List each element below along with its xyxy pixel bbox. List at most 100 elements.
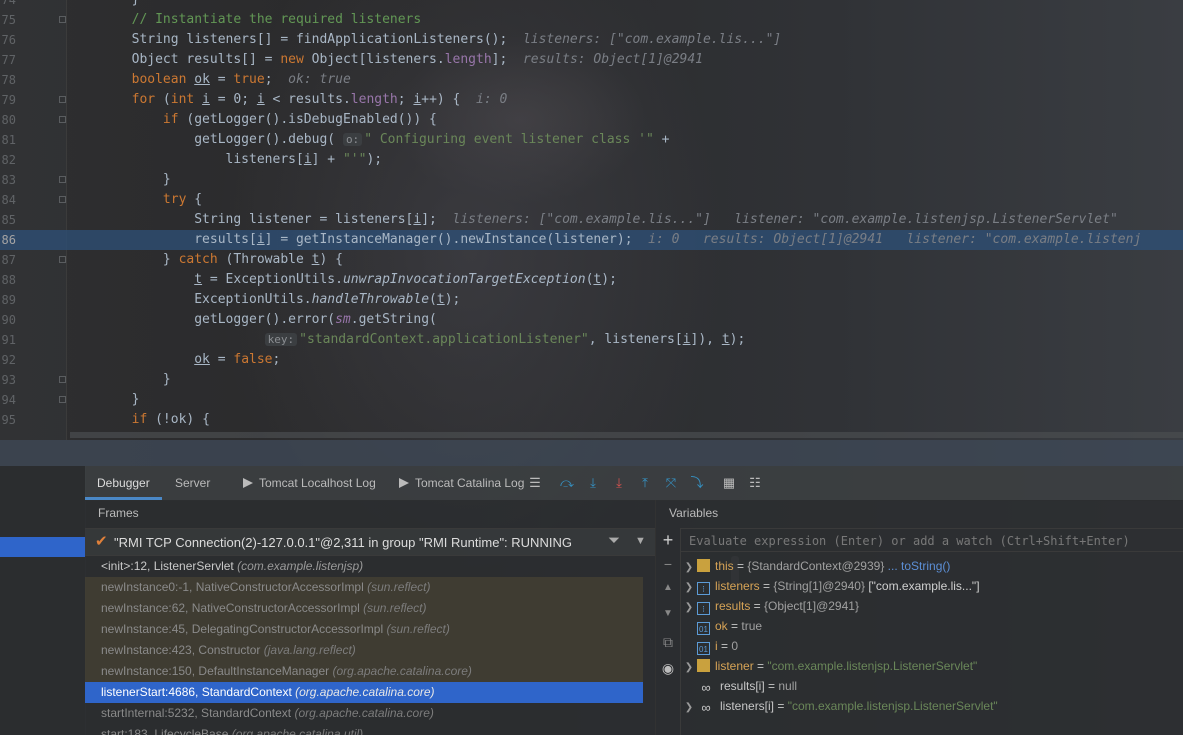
chevron-right-icon[interactable]: ❯ bbox=[681, 658, 697, 678]
code-line[interactable]: 92 ok = false; bbox=[0, 350, 1183, 370]
code-line[interactable]: 93 } bbox=[0, 370, 1183, 390]
stack-frame[interactable]: newInstance:45, DelegatingConstructorAcc… bbox=[85, 619, 643, 640]
eye-icon[interactable]: ◉ bbox=[660, 660, 676, 677]
plus-icon[interactable]: + bbox=[660, 530, 676, 551]
code-line[interactable]: 95 if (!ok) { bbox=[0, 410, 1183, 430]
code-token: i bbox=[303, 152, 312, 167]
code-editor[interactable]: 74 }75 // Instantiate the required liste… bbox=[0, 0, 1183, 440]
move-up-icon[interactable]: ▲ bbox=[660, 582, 676, 593]
variable-row[interactable]: ❯ ⁝ listeners = {String[1]@2940} ["com.exa… bbox=[681, 576, 980, 596]
variable-row[interactable]: ∞ results[i] = null bbox=[681, 676, 797, 696]
tab-label: Tomcat Localhost Log bbox=[259, 476, 376, 490]
code-line[interactable]: 84 try { bbox=[0, 190, 1183, 210]
copy-icon[interactable]: ⧉ bbox=[660, 634, 676, 651]
code-line[interactable]: 87 } catch (Throwable t) { bbox=[0, 250, 1183, 270]
stack-frame[interactable]: newInstance:150, DefaultInstanceManager … bbox=[85, 661, 643, 682]
stack-frame[interactable]: startInternal:5232, StandardContext (org… bbox=[85, 703, 643, 724]
variable-value: 0 bbox=[731, 639, 739, 653]
chevron-right-icon[interactable]: ❯ bbox=[681, 698, 697, 718]
evaluate-expression-icon[interactable]: ▦ bbox=[721, 475, 737, 491]
thread-selector[interactable]: ✔ "RMI TCP Connection(2)-127.0.0.1"@2,31… bbox=[85, 528, 655, 556]
code-line[interactable]: 74 } bbox=[0, 0, 1183, 10]
code-line[interactable]: 83 } bbox=[0, 170, 1183, 190]
code-token: if bbox=[131, 412, 148, 427]
stack-frame[interactable]: start:183, LifecycleBase (org.apache.cat… bbox=[85, 724, 643, 735]
code-line[interactable]: 85 String listener = listeners[i]; liste… bbox=[0, 210, 1183, 230]
project-strip-selection[interactable] bbox=[0, 537, 85, 557]
variable-row[interactable]: ❯ listener = "com.example.listenjsp.Liste… bbox=[681, 656, 977, 676]
code-token: ; bbox=[264, 72, 273, 87]
evaluate-expression-input[interactable]: Evaluate expression (Enter) or add a wat… bbox=[681, 528, 1183, 552]
drop-frame-icon[interactable]: ⤧ bbox=[663, 475, 679, 491]
variable-row[interactable]: ❯ this = {StandardContext@2939} ... toStr… bbox=[681, 556, 950, 576]
code-token: getLogger().error( bbox=[69, 312, 336, 327]
line-number: 79 bbox=[1, 93, 16, 107]
minus-icon[interactable]: − bbox=[660, 556, 676, 572]
show-execution-point-icon[interactable]: ☰ bbox=[527, 475, 543, 491]
line-number: 92 bbox=[1, 353, 16, 367]
code-token: listeners[ bbox=[69, 152, 304, 167]
code-line[interactable]: 86 results[i] = getInstanceManager().new… bbox=[0, 230, 1183, 250]
tab-debugger[interactable]: Debugger bbox=[85, 466, 162, 500]
panel-splitter[interactable] bbox=[0, 440, 1183, 466]
variable-row[interactable]: ❯ ⁝ results = {Object[1]@2941} bbox=[681, 596, 859, 616]
code-line[interactable]: 82 listeners[i] + "'"); bbox=[0, 150, 1183, 170]
code-line[interactable]: 89 ExceptionUtils.handleThrowable(t); bbox=[0, 290, 1183, 310]
variable-row[interactable]: 01 ok = true bbox=[681, 616, 762, 636]
code-text: } bbox=[69, 370, 171, 390]
code-line[interactable]: 75 // Instantiate the required listeners bbox=[0, 10, 1183, 30]
editor-horizontal-scrollbar[interactable] bbox=[70, 432, 1183, 438]
run-to-cursor-icon[interactable]: ⤵ bbox=[689, 475, 705, 491]
code-text: if (getLogger().isDebugEnabled()) { bbox=[69, 110, 437, 130]
code-line[interactable]: 90 getLogger().error(sm.getString( bbox=[0, 310, 1183, 330]
chevron-right-icon[interactable]: ❯ bbox=[681, 578, 697, 598]
code-line[interactable]: 80 if (getLogger().isDebugEnabled()) { bbox=[0, 110, 1183, 130]
step-over-icon[interactable]: ⤼ bbox=[559, 475, 575, 491]
variable-row[interactable]: ❯ ∞ listeners[i] = "com.example.listenjsp.… bbox=[681, 696, 998, 716]
fold-marker-icon[interactable] bbox=[59, 96, 66, 103]
stack-frame[interactable]: listenerStart:4686, StandardContext (org… bbox=[85, 682, 643, 703]
fold-marker-icon[interactable] bbox=[59, 16, 66, 23]
code-line[interactable]: 79 for (int i = 0; i < results.length; i… bbox=[0, 90, 1183, 110]
stack-frame[interactable]: newInstance0:-1, NativeConstructorAccess… bbox=[85, 577, 643, 598]
primitive-icon: 01 bbox=[697, 622, 710, 635]
tostring-link[interactable]: ... toString() bbox=[888, 559, 951, 573]
code-line[interactable]: 88 t = ExceptionUtils.unwrapInvocationTa… bbox=[0, 270, 1183, 290]
fold-marker-icon[interactable] bbox=[59, 376, 66, 383]
fold-marker-icon[interactable] bbox=[59, 116, 66, 123]
step-out-icon[interactable]: ⤒ bbox=[637, 475, 653, 491]
code-token: ]), bbox=[690, 332, 722, 347]
trace-icon[interactable]: ☷ bbox=[747, 475, 763, 491]
force-step-into-icon[interactable]: ⤓ bbox=[611, 475, 627, 491]
code-token: sm bbox=[335, 312, 351, 327]
stack-frame[interactable]: newInstance:423, Constructor (java.lang.… bbox=[85, 640, 643, 661]
fold-marker-icon[interactable] bbox=[59, 176, 66, 183]
fold-marker-icon[interactable] bbox=[59, 256, 66, 263]
fold-marker-icon[interactable] bbox=[59, 196, 66, 203]
step-into-icon[interactable]: ⤓ bbox=[585, 475, 601, 491]
code-line[interactable]: 77 Object results[] = new Object[listene… bbox=[0, 50, 1183, 70]
fold-marker-icon[interactable] bbox=[59, 396, 66, 403]
chevron-down-icon[interactable]: ▼ bbox=[635, 535, 646, 547]
code-line[interactable]: 78 boolean ok = true; ok: true bbox=[0, 70, 1183, 90]
move-down-icon[interactable]: ▼ bbox=[660, 608, 676, 619]
code-line[interactable]: 81 getLogger().debug( o: " Configuring ev… bbox=[0, 130, 1183, 150]
frame-method: listenerStart:4686, StandardContext bbox=[101, 685, 292, 699]
code-line[interactable]: 91 key: "standardContext.applicationListe… bbox=[0, 330, 1183, 350]
tab-tomcat-catalina-log[interactable]: Tomcat Catalina Log bbox=[387, 466, 536, 500]
code-line[interactable]: 76 String listeners[] = findApplicationL… bbox=[0, 30, 1183, 50]
line-number: 78 bbox=[1, 73, 16, 87]
chevron-right-icon[interactable]: ❯ bbox=[681, 598, 697, 618]
stack-frame[interactable]: newInstance:62, NativeConstructorAccesso… bbox=[85, 598, 643, 619]
chevron-right-icon[interactable]: ❯ bbox=[681, 558, 697, 578]
code-token: String listeners[] = findApplicationList… bbox=[69, 32, 508, 47]
console-icon bbox=[399, 478, 409, 488]
tab-server[interactable]: Server bbox=[163, 466, 222, 500]
filter-icon[interactable]: ⏷ bbox=[608, 532, 620, 549]
tab-tomcat-localhost-log[interactable]: Tomcat Localhost Log bbox=[231, 466, 388, 500]
code-line[interactable]: 94 } bbox=[0, 390, 1183, 410]
variable-row[interactable]: 01 i = 0 bbox=[681, 636, 738, 656]
code-text: if (!ok) { bbox=[69, 410, 210, 430]
stack-frame[interactable]: <init>:12, ListenerServlet (com.example.… bbox=[85, 556, 643, 577]
